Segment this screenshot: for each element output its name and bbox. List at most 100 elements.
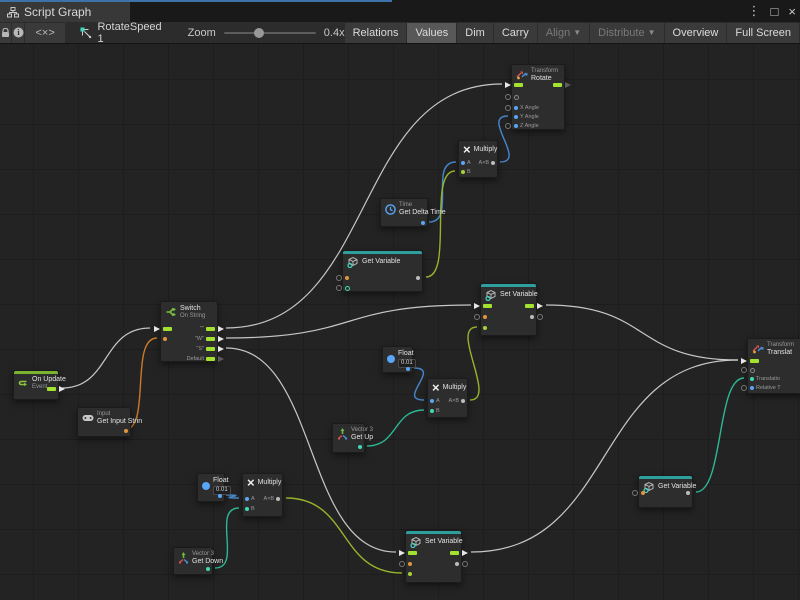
empty-selection-label: <×> xyxy=(36,23,55,43)
tab-script-graph[interactable]: Script Graph xyxy=(0,2,130,22)
port-dot[interactable] xyxy=(163,335,167,343)
node-get-variable-br[interactable]: Get Variable xyxy=(638,475,693,508)
node-set-variable-bottom[interactable]: Set Variable xyxy=(405,530,462,583)
port-dot[interactable] xyxy=(416,274,420,282)
connector-ring-icon xyxy=(505,123,511,129)
empty-selection-button[interactable]: <×> xyxy=(25,23,66,43)
node-translate[interactable]: TransformTranslatTranslatioRelative T xyxy=(747,338,800,394)
port-exec[interactable] xyxy=(483,302,492,310)
port-default[interactable]: Default xyxy=(187,355,215,363)
toolbar-button-align[interactable]: Align▼ xyxy=(538,23,589,43)
node-get-input-string[interactable]: InputGet Input Strin xyxy=(77,407,131,437)
close-icon[interactable]: × xyxy=(788,4,796,19)
toolbar-actions: RelationsValuesDimCarryAlign▼Distribute▼… xyxy=(345,23,800,43)
port-exec[interactable] xyxy=(514,81,523,89)
port-ab[interactable]: A×B xyxy=(263,495,280,503)
node-get-down[interactable]: Vector 3Get Down xyxy=(173,547,213,575)
connector-ring-icon xyxy=(336,275,342,281)
port-case[interactable]: "" xyxy=(200,325,215,333)
port-label: X Angle xyxy=(520,105,539,111)
toolbar-button-overview[interactable]: Overview xyxy=(665,23,727,43)
node-title: On Update xyxy=(32,376,54,384)
port-exec[interactable] xyxy=(408,549,417,557)
port-dot[interactable] xyxy=(218,492,222,500)
maximize-icon[interactable]: □ xyxy=(771,4,779,19)
port-dot[interactable] xyxy=(345,274,349,282)
zoom-slider[interactable] xyxy=(224,32,316,34)
node-set-variable-top[interactable]: Set Variable xyxy=(480,283,537,336)
graph-breadcrumb[interactable]: RotateSpeed 1 xyxy=(80,21,161,45)
port-exec[interactable] xyxy=(47,385,56,393)
port-yangle[interactable]: Y Angle xyxy=(514,113,539,121)
port-ab[interactable]: A×B xyxy=(448,397,465,405)
port-dot[interactable] xyxy=(641,489,645,497)
node-get-variable-top[interactable]: Get Variable xyxy=(342,250,423,292)
node-get-up[interactable]: Vector 3Get Up xyxy=(332,423,365,453)
port-exec[interactable] xyxy=(553,81,562,89)
node-get-delta-time[interactable]: TimeGet Delta Time xyxy=(380,198,428,227)
toolbar-button-carry[interactable]: Carry xyxy=(494,23,537,43)
node-multiply-middle[interactable]: ×Multiply A A×B B xyxy=(427,378,468,418)
toolbar-button-dim[interactable]: Dim xyxy=(457,23,493,43)
toolbar-button-values[interactable]: Values xyxy=(407,23,456,43)
port-exec[interactable] xyxy=(450,549,459,557)
port-ring[interactable] xyxy=(750,366,755,374)
port-dot[interactable] xyxy=(206,565,210,573)
port-xangle[interactable]: X Angle xyxy=(514,104,539,112)
node-multiply-top[interactable]: ×MultiplyAA×BB xyxy=(458,140,498,178)
node-float-middle[interactable]: Float0.01 xyxy=(382,346,413,373)
node-multiply-bottom[interactable]: ×MultiplyAA×BB xyxy=(242,473,283,517)
port-dot[interactable] xyxy=(406,365,410,373)
port-a[interactable]: A xyxy=(461,159,471,167)
window-menu-icon[interactable]: ⋮ xyxy=(748,3,761,19)
port-dot[interactable] xyxy=(124,427,128,435)
port-a[interactable]: A xyxy=(430,397,440,405)
port-w[interactable]: "W" xyxy=(195,335,215,343)
dropdown-caret-icon: ▼ xyxy=(573,23,581,43)
node-header: ×Multiply xyxy=(428,379,467,395)
node-category: Time xyxy=(399,202,423,209)
port-dot[interactable] xyxy=(455,560,459,568)
port-b[interactable]: B xyxy=(461,168,471,176)
lock-button[interactable] xyxy=(0,23,11,43)
port-symbol xyxy=(514,106,518,110)
port-dot[interactable] xyxy=(530,313,534,321)
toolbar-button-relations[interactable]: Relations xyxy=(345,23,407,43)
connector-ring-icon xyxy=(741,367,747,373)
float-icon xyxy=(387,355,395,363)
port-s[interactable]: "S" xyxy=(196,345,215,353)
node-rotate[interactable]: TransformRotateX AngleY AngleZ Angle xyxy=(511,64,565,130)
zoom-slider-knob[interactable] xyxy=(254,28,264,38)
flow-arrow-icon xyxy=(154,326,160,332)
port-exec[interactable] xyxy=(525,302,534,310)
port-a[interactable]: A xyxy=(245,495,255,503)
node-on-update[interactable]: On UpdateEvent xyxy=(13,370,59,400)
port-label: A xyxy=(467,160,471,166)
port-b[interactable]: B xyxy=(245,505,255,513)
node-switch-on-string[interactable]: SwitchOn String"""W""S"Default xyxy=(160,301,218,362)
toolbar-button-distribute[interactable]: Distribute▼ xyxy=(590,23,663,43)
port-dot[interactable] xyxy=(483,313,487,321)
node-float-bottom[interactable]: Float0.01 xyxy=(197,473,225,502)
info-button[interactable]: i xyxy=(12,23,23,43)
port-dot[interactable] xyxy=(408,570,412,578)
port-dot[interactable] xyxy=(421,219,425,227)
graph-canvas[interactable] xyxy=(0,44,800,600)
port-ab[interactable]: A×B xyxy=(478,159,495,167)
flow-arrow-icon xyxy=(218,336,224,342)
port-translatio[interactable]: Translatio xyxy=(750,375,780,383)
port-ring-teal[interactable] xyxy=(345,284,350,292)
port-dot[interactable] xyxy=(408,560,412,568)
port-exec[interactable] xyxy=(750,357,759,365)
port-zangle[interactable]: Z Angle xyxy=(514,122,539,130)
port-relativet[interactable]: Relative T xyxy=(750,384,781,392)
branch-icon xyxy=(165,306,177,318)
port-dot[interactable] xyxy=(358,443,362,451)
port-b[interactable]: B xyxy=(430,407,440,415)
port-ring[interactable] xyxy=(514,93,519,101)
port-exec[interactable] xyxy=(163,325,172,333)
node-category: Input xyxy=(97,411,126,418)
toolbar-button-full-screen[interactable]: Full Screen xyxy=(727,23,799,43)
port-dot[interactable] xyxy=(686,489,690,497)
port-dot[interactable] xyxy=(483,324,487,332)
